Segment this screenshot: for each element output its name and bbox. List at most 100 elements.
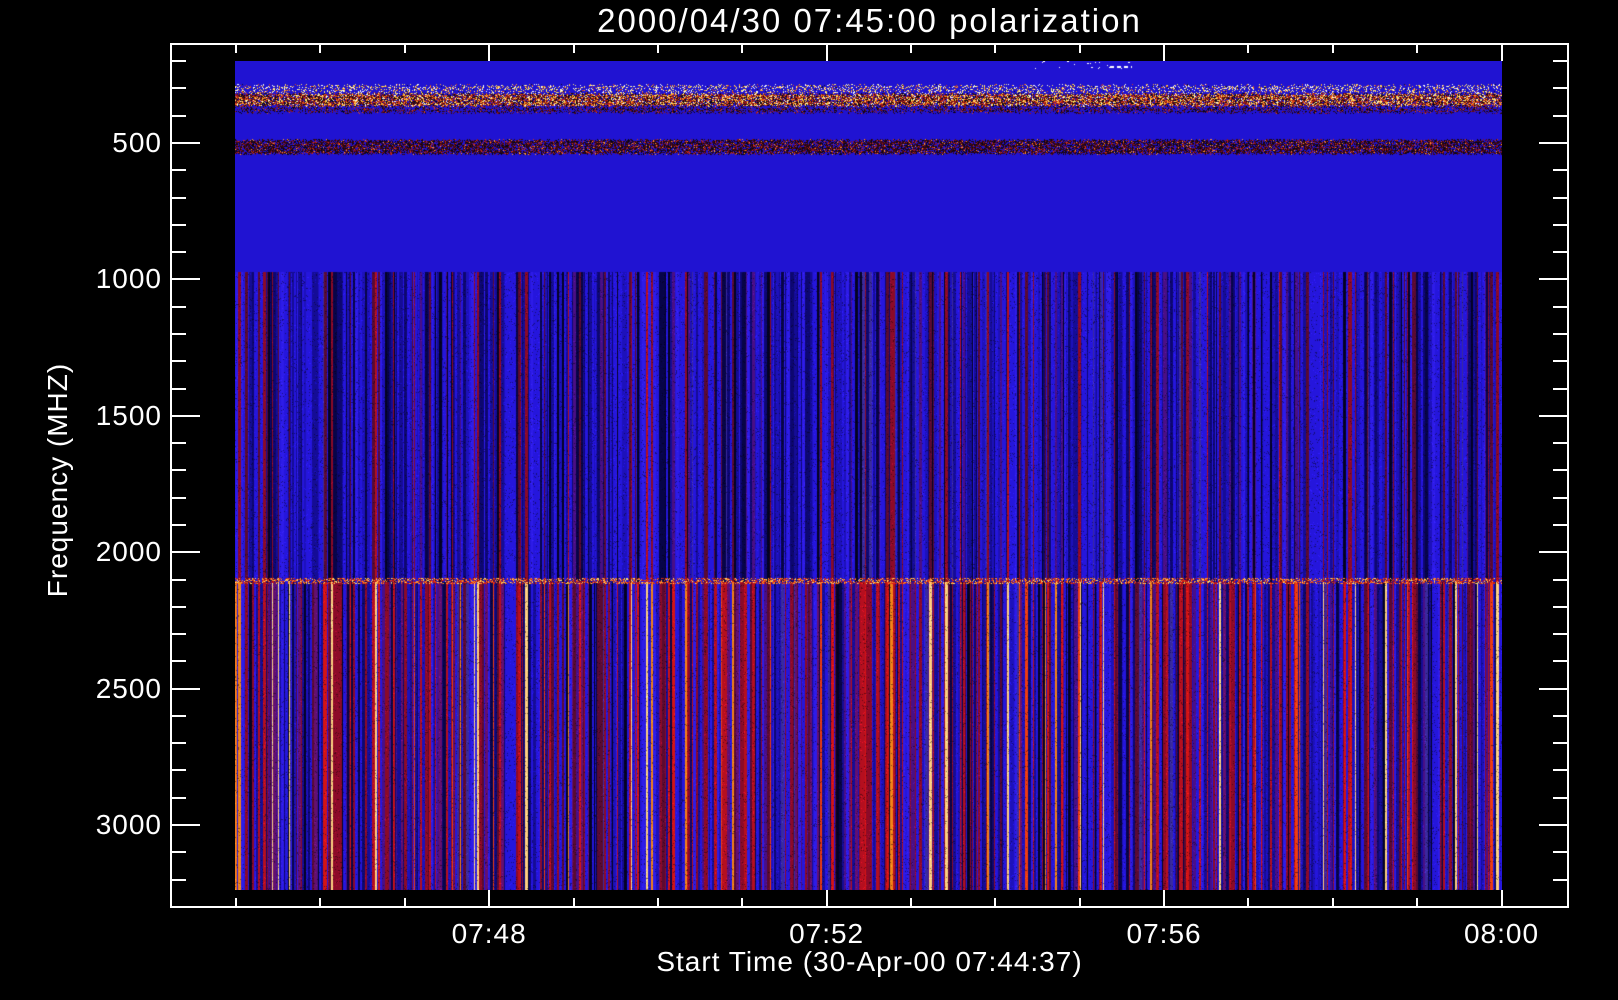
y-minor-tick-right [1553, 524, 1567, 526]
y-minor-tick [172, 879, 186, 881]
x-minor-tick-top [235, 45, 237, 53]
x-minor-tick [319, 898, 321, 906]
y-minor-tick-right [1553, 333, 1567, 335]
y-minor-tick [172, 115, 186, 117]
y-minor-tick [172, 769, 186, 771]
y-major-tick-right [1539, 278, 1567, 280]
y-minor-tick [172, 742, 186, 744]
x-minor-tick-top [1247, 45, 1249, 53]
y-minor-tick [172, 797, 186, 799]
x-major-tick [1163, 890, 1165, 906]
y-minor-tick-right [1553, 169, 1567, 171]
x-minor-tick [910, 898, 912, 906]
x-minor-tick [657, 898, 659, 906]
y-major-tick-right [1539, 551, 1567, 553]
y-minor-tick [172, 306, 186, 308]
y-minor-tick-right [1553, 769, 1567, 771]
y-minor-tick-right [1553, 742, 1567, 744]
y-minor-tick-right [1553, 851, 1567, 853]
y-minor-tick-right [1553, 497, 1567, 499]
y-minor-tick [172, 442, 186, 444]
x-major-tick-top [1501, 45, 1503, 61]
y-minor-tick [172, 715, 186, 717]
x-minor-tick [1247, 898, 1249, 906]
y-major-tick-right [1539, 688, 1567, 690]
y-minor-tick [172, 660, 186, 662]
y-minor-tick-right [1553, 197, 1567, 199]
y-minor-tick [172, 87, 186, 89]
y-tick-label: 2000 [96, 536, 162, 568]
y-major-tick [172, 824, 200, 826]
x-minor-tick-top [404, 45, 406, 53]
y-minor-tick-right [1553, 660, 1567, 662]
y-minor-tick-right [1553, 469, 1567, 471]
y-tick-label: 1500 [96, 400, 162, 432]
y-minor-tick [172, 60, 186, 62]
y-axis-title: Frequency (MHZ) [42, 330, 74, 630]
y-minor-tick-right [1553, 606, 1567, 608]
y-minor-tick [172, 633, 186, 635]
x-minor-tick [404, 898, 406, 906]
x-minor-tick-top [657, 45, 659, 53]
x-minor-tick-top [741, 45, 743, 53]
y-minor-tick-right [1553, 633, 1567, 635]
x-major-tick-top [826, 45, 828, 61]
y-minor-tick-right [1553, 715, 1567, 717]
y-minor-tick [172, 524, 186, 526]
x-minor-tick-top [573, 45, 575, 53]
y-minor-tick [172, 606, 186, 608]
x-major-tick [488, 890, 490, 906]
y-major-tick-right [1539, 415, 1567, 417]
y-minor-tick [172, 469, 186, 471]
x-minor-tick [1416, 898, 1418, 906]
y-minor-tick-right [1553, 87, 1567, 89]
y-minor-tick-right [1553, 115, 1567, 117]
y-tick-label: 1000 [96, 263, 162, 295]
y-minor-tick-right [1553, 879, 1567, 881]
x-minor-tick [1332, 898, 1334, 906]
plot-frame [170, 43, 1569, 908]
x-minor-tick-top [319, 45, 321, 53]
x-minor-tick-top [1332, 45, 1334, 53]
y-minor-tick [172, 579, 186, 581]
y-minor-tick-right [1553, 60, 1567, 62]
x-minor-tick-top [910, 45, 912, 53]
y-major-tick [172, 415, 200, 417]
y-major-tick [172, 688, 200, 690]
y-minor-tick-right [1553, 442, 1567, 444]
y-minor-tick-right [1553, 579, 1567, 581]
x-major-tick [826, 890, 828, 906]
y-minor-tick [172, 224, 186, 226]
y-minor-tick-right [1553, 388, 1567, 390]
y-minor-tick-right [1553, 797, 1567, 799]
y-major-tick [172, 278, 200, 280]
y-minor-tick [172, 360, 186, 362]
y-minor-tick [172, 851, 186, 853]
x-minor-tick [235, 898, 237, 906]
y-minor-tick-right [1553, 251, 1567, 253]
y-minor-tick [172, 251, 186, 253]
y-major-tick-right [1539, 824, 1567, 826]
x-minor-tick [573, 898, 575, 906]
x-axis-title: Start Time (30-Apr-00 07:44:37) [170, 946, 1569, 978]
y-minor-tick [172, 388, 186, 390]
x-minor-tick-top [994, 45, 996, 53]
x-minor-tick-top [1079, 45, 1081, 53]
y-major-tick [172, 142, 200, 144]
x-minor-tick [994, 898, 996, 906]
x-minor-tick-top [1416, 45, 1418, 53]
y-minor-tick [172, 169, 186, 171]
y-minor-tick-right [1553, 306, 1567, 308]
x-major-tick [1501, 890, 1503, 906]
y-major-tick-right [1539, 142, 1567, 144]
x-major-tick-top [488, 45, 490, 61]
y-minor-tick [172, 197, 186, 199]
x-major-tick-top [1163, 45, 1165, 61]
y-tick-label: 3000 [96, 809, 162, 841]
x-minor-tick [741, 898, 743, 906]
chart-title: 2000/04/30 07:45:00 polarization [170, 2, 1569, 40]
y-minor-tick [172, 333, 186, 335]
y-major-tick [172, 551, 200, 553]
y-minor-tick-right [1553, 224, 1567, 226]
y-tick-label: 500 [112, 127, 162, 159]
